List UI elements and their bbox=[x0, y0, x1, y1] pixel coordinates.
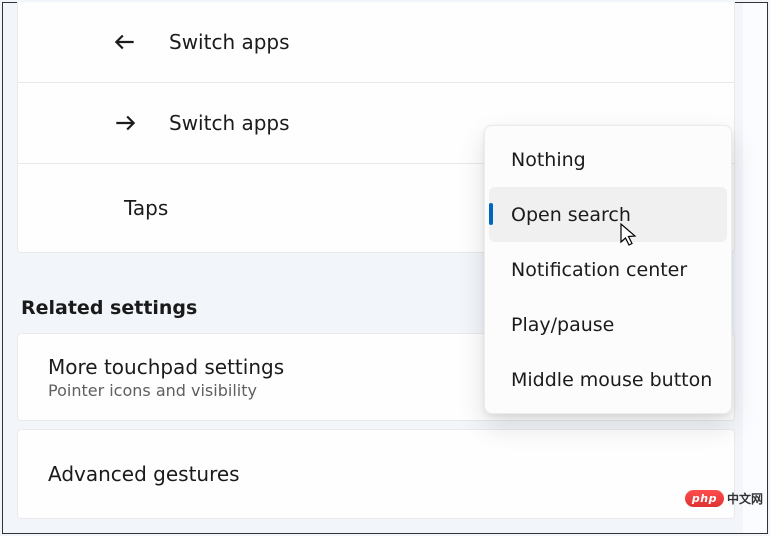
dropdown-option-open-search[interactable]: Open search bbox=[489, 187, 727, 242]
dropdown-option-nothing[interactable]: Nothing bbox=[489, 132, 727, 187]
gesture-row-swipe-left[interactable]: Switch apps bbox=[18, 2, 734, 83]
watermark-brand: php bbox=[685, 490, 724, 507]
dropdown-option-notification-center[interactable]: Notification center bbox=[489, 242, 727, 297]
dropdown-option-label: Nothing bbox=[511, 149, 586, 171]
watermark: php 中文网 bbox=[685, 490, 763, 507]
arrow-left-icon bbox=[111, 28, 139, 56]
dropdown-option-label: Play/pause bbox=[511, 314, 614, 336]
gesture-label: Switch apps bbox=[169, 111, 290, 135]
dropdown-option-label: Notification center bbox=[511, 259, 687, 281]
dropdown-option-play-pause[interactable]: Play/pause bbox=[489, 297, 727, 352]
taps-action-dropdown[interactable]: Nothing Open search Notification center … bbox=[484, 125, 732, 414]
gesture-label: Switch apps bbox=[169, 30, 290, 54]
watermark-text: 中文网 bbox=[727, 490, 763, 507]
gesture-label: Taps bbox=[124, 196, 168, 220]
scrollbar-track[interactable] bbox=[743, 3, 767, 533]
dropdown-option-middle-mouse[interactable]: Middle mouse button bbox=[489, 352, 727, 407]
dropdown-option-label: Middle mouse button bbox=[511, 369, 712, 391]
dropdown-option-label: Open search bbox=[511, 204, 631, 226]
advanced-gestures-item[interactable]: Advanced gestures bbox=[17, 429, 735, 519]
settings-item-title: Advanced gestures bbox=[48, 462, 734, 486]
arrow-right-icon bbox=[111, 109, 139, 137]
